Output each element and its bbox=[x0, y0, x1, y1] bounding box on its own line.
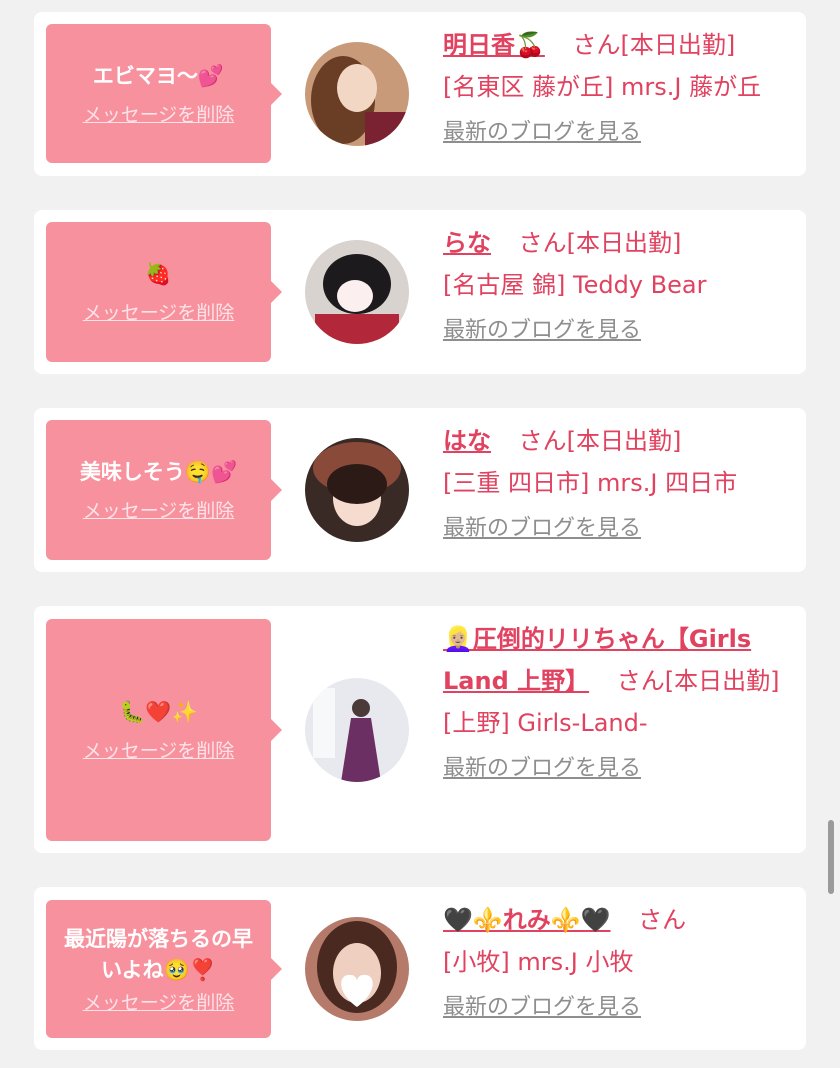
message-card: エビマヨ〜💕 メッセージを削除 明日香🍒 さん[本日出勤] [名東区 藤が丘] … bbox=[34, 12, 806, 176]
blog-link[interactable]: 最新のブログを見る bbox=[443, 987, 641, 1029]
delete-message-link[interactable]: メッセージを削除 bbox=[83, 496, 235, 523]
cast-info: らな さん[本日出勤] [名古屋 錦] Teddy Bear 最新のブログを見る bbox=[443, 222, 796, 352]
message-text: エビマヨ〜💕 bbox=[92, 63, 225, 88]
message-bubble: 🍓 メッセージを削除 bbox=[46, 222, 282, 362]
message-text: 🍓 bbox=[145, 262, 172, 286]
shop-text: [小牧] mrs.J 小牧 bbox=[443, 948, 634, 976]
cast-name-link[interactable]: らな bbox=[443, 229, 491, 257]
message-text: 🐛❤️✨ bbox=[119, 700, 198, 724]
status-text: さん[本日出勤] bbox=[616, 667, 780, 695]
shop-text: [三重 四日市] mrs.J 四日市 bbox=[443, 469, 738, 497]
blog-link[interactable]: 最新のブログを見る bbox=[443, 310, 641, 352]
status-text: さん[本日出勤] bbox=[572, 31, 736, 59]
shop-text: [名東区 藤が丘] mrs.J 藤が丘 bbox=[443, 73, 762, 101]
message-bubble: 最近陽が落ちるの早いよね🥹❣️ メッセージを削除 bbox=[46, 900, 282, 1038]
avatar[interactable] bbox=[305, 240, 409, 344]
status-text: さん bbox=[638, 906, 687, 934]
message-card: 🍓 メッセージを削除 らな さん[本日出勤] [名古屋 錦] Teddy Bea… bbox=[34, 210, 806, 374]
delete-message-link[interactable]: メッセージを削除 bbox=[83, 298, 235, 325]
message-text: 美味しそう🤤💕 bbox=[79, 460, 238, 484]
delete-message-link[interactable]: メッセージを削除 bbox=[83, 100, 235, 127]
message-bubble: エビマヨ〜💕 メッセージを削除 bbox=[46, 24, 282, 163]
avatar[interactable] bbox=[305, 42, 409, 146]
message-text: 最近陽が落ちるの早いよね🥹❣️ bbox=[64, 926, 253, 982]
cast-name-link[interactable]: 明日香🍒 bbox=[443, 31, 545, 59]
cast-info: 明日香🍒 さん[本日出勤] [名東区 藤が丘] mrs.J 藤が丘 最新のブログ… bbox=[443, 24, 796, 154]
cast-info: 🖤⚜️れみ⚜️🖤 さん [小牧] mrs.J 小牧 最新のブログを見る bbox=[443, 899, 796, 1029]
status-text: さん[本日出勤] bbox=[518, 229, 682, 257]
cast-name-link[interactable]: はな bbox=[443, 427, 491, 455]
scrollbar[interactable] bbox=[828, 820, 834, 894]
blog-link[interactable]: 最新のブログを見る bbox=[443, 748, 641, 790]
message-card: 🐛❤️✨ メッセージを削除 👱🏼‍♀️圧倒的リリちゃん【Girls Land 上… bbox=[34, 606, 806, 853]
status-text: さん[本日出勤] bbox=[518, 427, 682, 455]
cast-info: はな さん[本日出勤] [三重 四日市] mrs.J 四日市 最新のブログを見る bbox=[443, 420, 796, 550]
avatar[interactable] bbox=[305, 917, 409, 1021]
cast-info: 👱🏼‍♀️圧倒的リリちゃん【Girls Land 上野】 さん[本日出勤] [上… bbox=[443, 618, 796, 790]
message-card: 最近陽が落ちるの早いよね🥹❣️ メッセージを削除 🖤⚜️れみ⚜️🖤 さん [小牧… bbox=[34, 887, 806, 1050]
avatar[interactable] bbox=[305, 678, 409, 782]
message-bubble: 美味しそう🤤💕 メッセージを削除 bbox=[46, 420, 282, 560]
shop-text: [上野] Girls-Land- bbox=[443, 709, 648, 737]
delete-message-link[interactable]: メッセージを削除 bbox=[83, 736, 235, 763]
blog-link[interactable]: 最新のブログを見る bbox=[443, 112, 641, 154]
message-bubble: 🐛❤️✨ メッセージを削除 bbox=[46, 619, 282, 841]
avatar[interactable] bbox=[305, 438, 409, 542]
shop-text: [名古屋 錦] Teddy Bear bbox=[443, 271, 707, 299]
message-card: 美味しそう🤤💕 メッセージを削除 はな さん[本日出勤] [三重 四日市] mr… bbox=[34, 408, 806, 572]
delete-message-link[interactable]: メッセージを削除 bbox=[83, 988, 235, 1015]
cast-name-link[interactable]: 🖤⚜️れみ⚜️🖤 bbox=[443, 906, 611, 934]
blog-link[interactable]: 最新のブログを見る bbox=[443, 508, 641, 550]
